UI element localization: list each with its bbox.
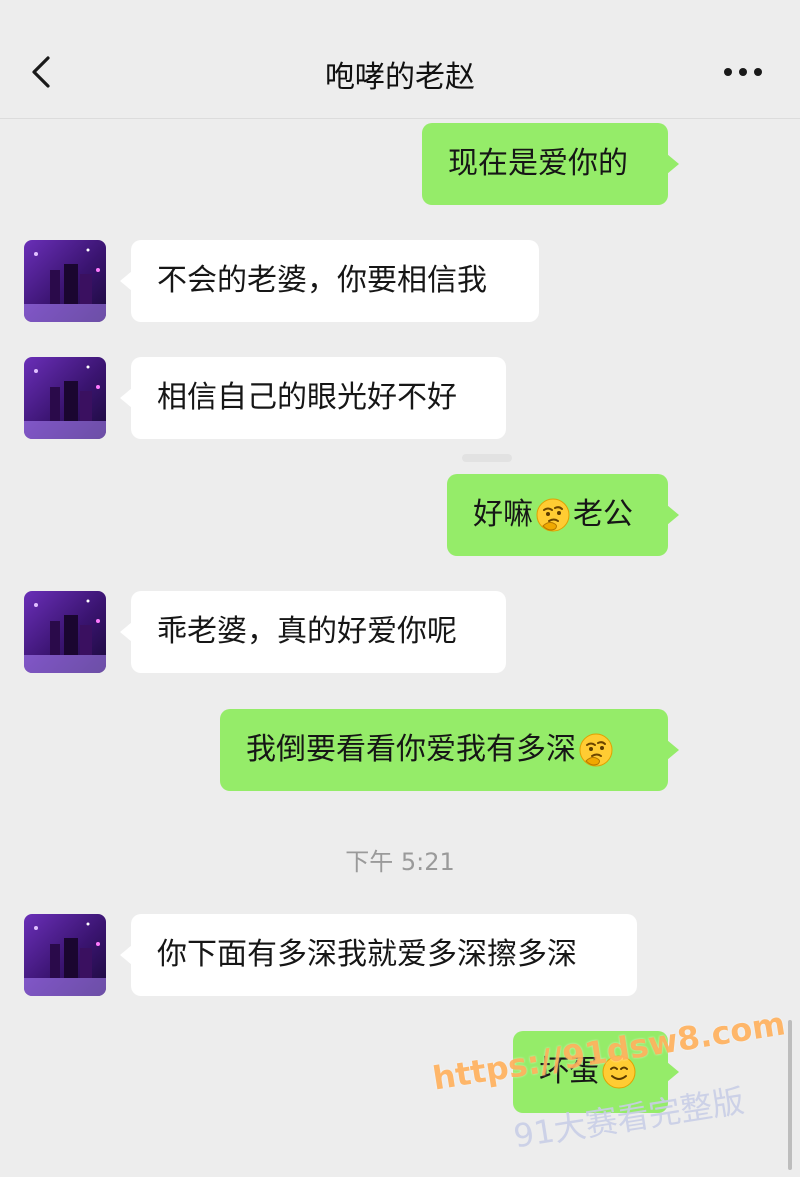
smiling-face-emoji — [602, 1055, 636, 1089]
thinking-face-emoji — [536, 498, 570, 532]
more-dots-icon — [724, 68, 762, 76]
chat-header: 咆哮的老赵 — [0, 0, 800, 119]
message-bubble-incoming[interactable]: 不会的老婆，你要相信我 — [120, 240, 539, 322]
message-timestamp: 下午 5:21 — [345, 848, 455, 876]
contact-avatar[interactable] — [24, 591, 106, 673]
message-text: 不会的老婆，你要相信我 — [157, 263, 487, 298]
contact-avatar[interactable] — [24, 357, 106, 439]
message-text: 我倒要看看你爱我有多深 — [246, 732, 576, 767]
message-text: 好嘛 — [473, 497, 533, 532]
message-bubble-incoming[interactable]: 相信自己的眼光好不好 — [120, 357, 506, 439]
message-bubble-outgoing[interactable]: 现在是爱你的 — [422, 123, 679, 205]
thinking-face-emoji — [579, 733, 613, 767]
message-bubble-outgoing[interactable]: 好嘛 老公 — [447, 474, 679, 556]
message-bubble-incoming[interactable]: 乖老婆，真的好爱你呢 — [120, 591, 506, 673]
message-text: 老公 — [573, 497, 633, 532]
message-text: 相信自己的眼光好不好 — [157, 380, 457, 415]
divider — [462, 454, 512, 462]
chat-title: 咆哮的老赵 — [325, 60, 475, 95]
scrollbar[interactable] — [788, 1020, 792, 1170]
message-text: 坏蛋 — [539, 1054, 599, 1089]
message-bubble-outgoing[interactable]: 坏蛋 — [513, 1031, 679, 1113]
more-options-button[interactable] — [722, 60, 766, 84]
message-bubble-incoming[interactable]: 你下面有多深我就爱多深擦多深 — [120, 914, 637, 996]
message-text: 乖老婆，真的好爱你呢 — [157, 614, 457, 649]
contact-avatar[interactable] — [24, 240, 106, 322]
contact-avatar[interactable] — [24, 914, 106, 996]
message-text: 现在是爱你的 — [448, 146, 628, 181]
message-text: 你下面有多深我就爱多深擦多深 — [157, 937, 577, 972]
message-bubble-outgoing[interactable]: 我倒要看看你爱我有多深 — [220, 709, 679, 791]
